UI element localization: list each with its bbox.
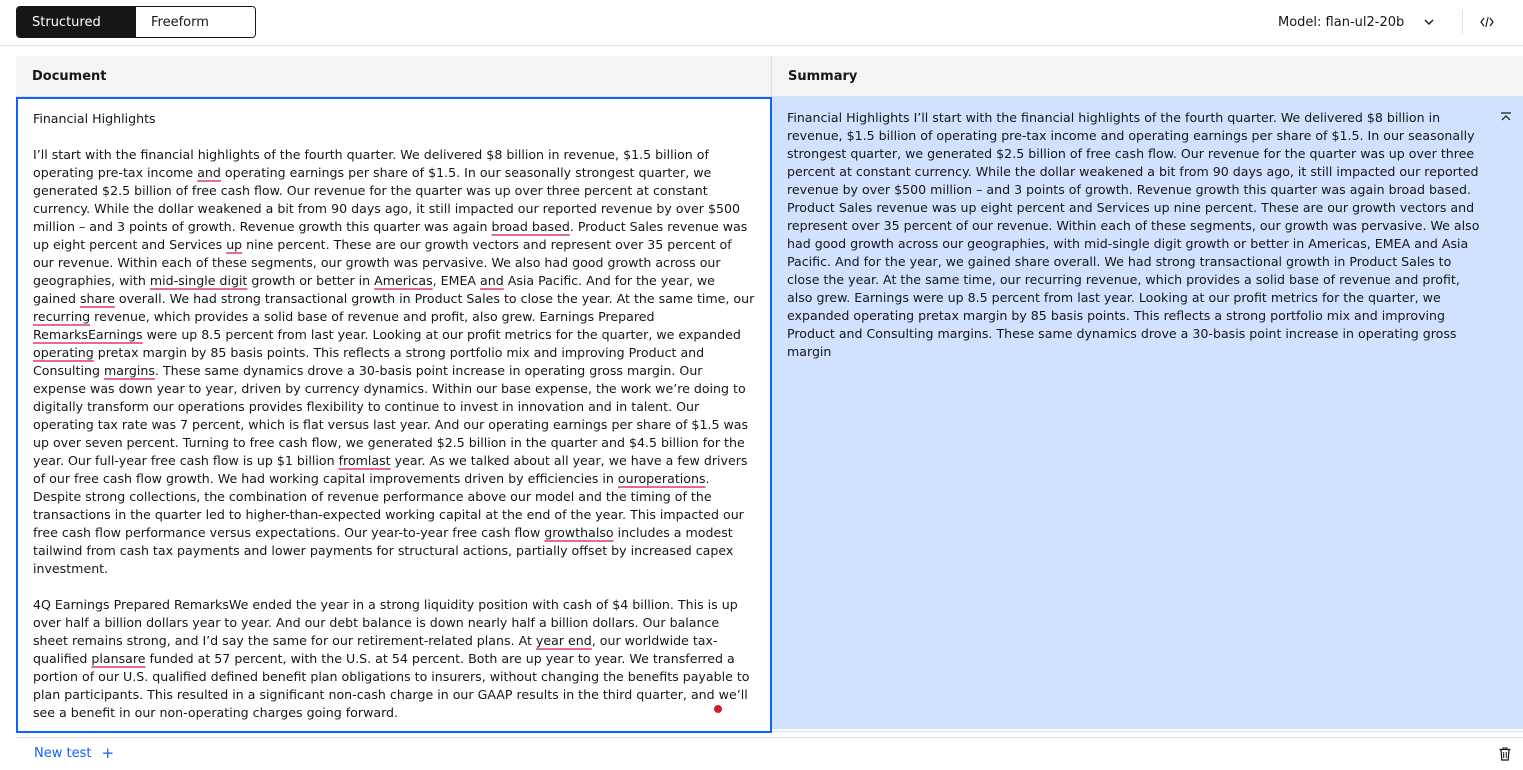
spell-error: share bbox=[79, 291, 115, 306]
document-paragraph-2: 4Q Earnings Prepared RemarksWe ended the… bbox=[33, 597, 750, 720]
spell-error: fromlast bbox=[338, 453, 391, 468]
top-toolbar: Structured Freeform Model: flan-ul2-20b bbox=[0, 0, 1523, 46]
mode-switch: Structured Freeform bbox=[16, 6, 256, 38]
document-paragraph-1: I’ll start with the financial highlights… bbox=[33, 147, 755, 576]
trash-icon[interactable] bbox=[1497, 746, 1513, 762]
chevron-down-icon bbox=[1424, 19, 1434, 25]
spell-error: ouroperations bbox=[617, 471, 706, 486]
mode-freeform-button[interactable]: Freeform bbox=[136, 7, 255, 37]
document-textarea[interactable]: Financial Highlights I’ll start with the… bbox=[16, 97, 772, 733]
document-title: Financial Highlights bbox=[33, 111, 156, 126]
code-icon bbox=[1480, 16, 1494, 28]
spell-error: and bbox=[197, 165, 221, 180]
new-test-button[interactable]: New test + bbox=[34, 744, 115, 762]
spell-error: plansare bbox=[91, 651, 146, 666]
spell-error: up bbox=[226, 237, 243, 252]
mode-structured-button[interactable]: Structured bbox=[17, 7, 136, 37]
spell-error: mid-single digit bbox=[149, 273, 248, 288]
error-indicator-dot bbox=[714, 705, 722, 713]
footer-bar: New test + bbox=[16, 737, 1523, 770]
spell-error: broad based bbox=[491, 219, 570, 234]
plus-icon: + bbox=[101, 744, 115, 762]
model-dropdown[interactable]: Model: flan-ul2-20b bbox=[1278, 12, 1436, 32]
summary-output: Financial Highlights I’ll start with the… bbox=[772, 97, 1523, 729]
spell-error: margins bbox=[103, 363, 155, 378]
new-test-label: New test bbox=[34, 746, 92, 761]
spell-error: operating bbox=[33, 345, 94, 360]
spell-error: year end bbox=[535, 633, 592, 648]
summary-column-header: Summary bbox=[771, 56, 1523, 97]
spell-error: growthalso bbox=[544, 525, 614, 540]
summary-text: Financial Highlights I’ll start with the… bbox=[787, 110, 1480, 359]
code-view-button[interactable] bbox=[1476, 12, 1498, 32]
spell-error: RemarksEarnings bbox=[33, 327, 143, 342]
spell-error: recurring bbox=[33, 309, 91, 324]
collapse-up-icon[interactable] bbox=[1499, 111, 1513, 125]
summary-bottom-border bbox=[772, 729, 1523, 732]
model-label: Model: flan-ul2-20b bbox=[1278, 14, 1405, 30]
spell-error: and bbox=[480, 273, 504, 288]
spell-error: Americas bbox=[374, 273, 433, 288]
toolbar-divider bbox=[1462, 10, 1463, 34]
document-column-header: Document bbox=[16, 56, 771, 97]
